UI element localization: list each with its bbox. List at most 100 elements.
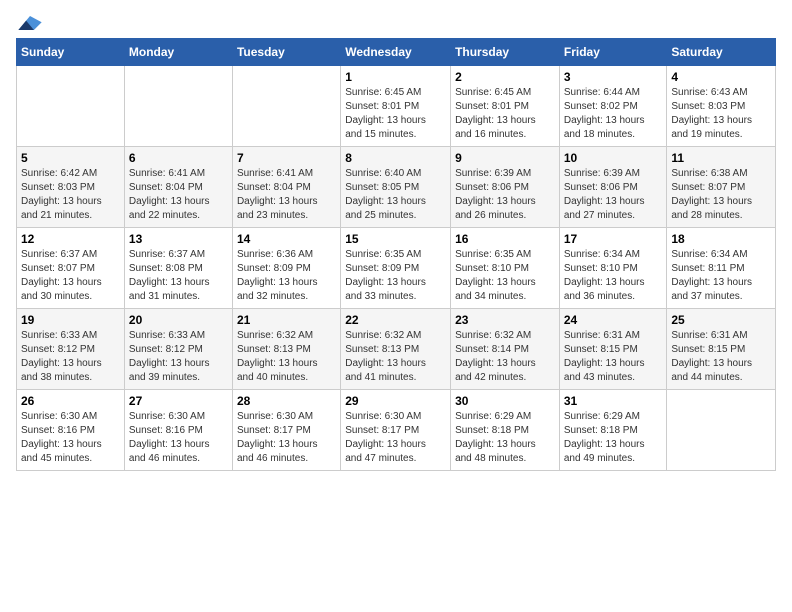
day-info: Sunrise: 6:44 AM Sunset: 8:02 PM Dayligh… [564, 86, 663, 142]
calendar-cell [232, 66, 340, 147]
day-info: Sunrise: 6:29 AM Sunset: 8:18 PM Dayligh… [455, 410, 555, 466]
calendar-header-row: SundayMondayTuesdayWednesdayThursdayFrid… [17, 39, 776, 66]
day-number: 8 [345, 151, 446, 165]
day-info: Sunrise: 6:40 AM Sunset: 8:05 PM Dayligh… [345, 167, 446, 223]
day-number: 15 [345, 232, 446, 246]
day-info: Sunrise: 6:36 AM Sunset: 8:09 PM Dayligh… [237, 248, 336, 304]
calendar-cell: 14 Sunrise: 6:36 AM Sunset: 8:09 PM Dayli… [232, 228, 340, 309]
calendar-cell: 3 Sunrise: 6:44 AM Sunset: 8:02 PM Daylig… [559, 66, 667, 147]
day-number: 19 [21, 313, 120, 327]
calendar-header-monday: Monday [124, 39, 232, 66]
day-number: 7 [237, 151, 336, 165]
day-number: 29 [345, 394, 446, 408]
day-info: Sunrise: 6:31 AM Sunset: 8:15 PM Dayligh… [564, 329, 663, 385]
day-info: Sunrise: 6:45 AM Sunset: 8:01 PM Dayligh… [455, 86, 555, 142]
calendar-cell: 28Sunrise: 6:30 AM Sunset: 8:17 PM Dayli… [232, 390, 340, 471]
day-info: Sunrise: 6:34 AM Sunset: 8:11 PM Dayligh… [671, 248, 771, 304]
calendar-cell: 30 Sunrise: 6:29 AM Sunset: 8:18 PM Dayli… [451, 390, 560, 471]
day-info: Sunrise: 6:33 AM Sunset: 8:12 PM Dayligh… [21, 329, 120, 385]
day-info: Sunrise: 6:33 AM Sunset: 8:12 PM Dayligh… [129, 329, 228, 385]
calendar-cell [124, 66, 232, 147]
day-info: Sunrise: 6:34 AM Sunset: 8:10 PM Dayligh… [564, 248, 663, 304]
day-number: 4 [671, 70, 771, 84]
calendar-header-tuesday: Tuesday [232, 39, 340, 66]
day-number: 30 [455, 394, 555, 408]
calendar-cell: 2 Sunrise: 6:45 AM Sunset: 8:01 PM Daylig… [451, 66, 560, 147]
calendar-cell: 20 Sunrise: 6:33 AM Sunset: 8:12 PM Dayli… [124, 309, 232, 390]
calendar-cell: 17 Sunrise: 6:34 AM Sunset: 8:10 PM Dayli… [559, 228, 667, 309]
logo-icon [18, 16, 42, 30]
calendar-cell: 22Sunrise: 6:32 AM Sunset: 8:13 PM Dayli… [341, 309, 451, 390]
header [16, 16, 776, 30]
day-number: 5 [21, 151, 120, 165]
calendar-cell: 24 Sunrise: 6:31 AM Sunset: 8:15 PM Dayli… [559, 309, 667, 390]
day-info: Sunrise: 6:41 AM Sunset: 8:04 PM Dayligh… [129, 167, 228, 223]
calendar-week-row: 1 Sunrise: 6:45 AM Sunset: 8:01 PM Daylig… [17, 66, 776, 147]
calendar-cell: 21Sunrise: 6:32 AM Sunset: 8:13 PM Dayli… [232, 309, 340, 390]
day-number: 28 [237, 394, 336, 408]
day-number: 21 [237, 313, 336, 327]
day-number: 9 [455, 151, 555, 165]
calendar-cell: 16Sunrise: 6:35 AM Sunset: 8:10 PM Dayli… [451, 228, 560, 309]
calendar-cell: 8 Sunrise: 6:40 AM Sunset: 8:05 PM Daylig… [341, 147, 451, 228]
day-info: Sunrise: 6:37 AM Sunset: 8:08 PM Dayligh… [129, 248, 228, 304]
calendar-cell [667, 390, 776, 471]
calendar-cell: 23 Sunrise: 6:32 AM Sunset: 8:14 PM Dayli… [451, 309, 560, 390]
calendar-cell: 29 Sunrise: 6:30 AM Sunset: 8:17 PM Dayli… [341, 390, 451, 471]
calendar-cell: 5 Sunrise: 6:42 AM Sunset: 8:03 PM Daylig… [17, 147, 125, 228]
calendar-cell: 7 Sunrise: 6:41 AM Sunset: 8:04 PM Daylig… [232, 147, 340, 228]
logo [16, 16, 42, 30]
calendar-cell: 10Sunrise: 6:39 AM Sunset: 8:06 PM Dayli… [559, 147, 667, 228]
day-info: Sunrise: 6:38 AM Sunset: 8:07 PM Dayligh… [671, 167, 771, 223]
calendar-cell: 26Sunrise: 6:30 AM Sunset: 8:16 PM Dayli… [17, 390, 125, 471]
day-number: 25 [671, 313, 771, 327]
day-number: 13 [129, 232, 228, 246]
day-info: Sunrise: 6:29 AM Sunset: 8:18 PM Dayligh… [564, 410, 663, 466]
calendar-cell: 18 Sunrise: 6:34 AM Sunset: 8:11 PM Dayli… [667, 228, 776, 309]
calendar-header-saturday: Saturday [667, 39, 776, 66]
calendar-week-row: 26Sunrise: 6:30 AM Sunset: 8:16 PM Dayli… [17, 390, 776, 471]
day-info: Sunrise: 6:31 AM Sunset: 8:15 PM Dayligh… [671, 329, 771, 385]
calendar-cell: 15 Sunrise: 6:35 AM Sunset: 8:09 PM Dayli… [341, 228, 451, 309]
calendar-header-thursday: Thursday [451, 39, 560, 66]
calendar-cell: 27 Sunrise: 6:30 AM Sunset: 8:16 PM Dayli… [124, 390, 232, 471]
calendar: SundayMondayTuesdayWednesdayThursdayFrid… [16, 38, 776, 471]
day-info: Sunrise: 6:30 AM Sunset: 8:16 PM Dayligh… [21, 410, 120, 466]
day-info: Sunrise: 6:30 AM Sunset: 8:16 PM Dayligh… [129, 410, 228, 466]
day-number: 31 [564, 394, 663, 408]
calendar-cell: 9 Sunrise: 6:39 AM Sunset: 8:06 PM Daylig… [451, 147, 560, 228]
day-number: 2 [455, 70, 555, 84]
calendar-cell: 12Sunrise: 6:37 AM Sunset: 8:07 PM Dayli… [17, 228, 125, 309]
day-number: 12 [21, 232, 120, 246]
calendar-header-sunday: Sunday [17, 39, 125, 66]
day-number: 23 [455, 313, 555, 327]
day-number: 24 [564, 313, 663, 327]
day-number: 18 [671, 232, 771, 246]
day-info: Sunrise: 6:42 AM Sunset: 8:03 PM Dayligh… [21, 167, 120, 223]
day-number: 27 [129, 394, 228, 408]
day-info: Sunrise: 6:39 AM Sunset: 8:06 PM Dayligh… [564, 167, 663, 223]
calendar-cell: 11Sunrise: 6:38 AM Sunset: 8:07 PM Dayli… [667, 147, 776, 228]
day-number: 1 [345, 70, 446, 84]
calendar-cell: 6 Sunrise: 6:41 AM Sunset: 8:04 PM Daylig… [124, 147, 232, 228]
day-info: Sunrise: 6:43 AM Sunset: 8:03 PM Dayligh… [671, 86, 771, 142]
day-info: Sunrise: 6:39 AM Sunset: 8:06 PM Dayligh… [455, 167, 555, 223]
day-number: 6 [129, 151, 228, 165]
calendar-week-row: 12Sunrise: 6:37 AM Sunset: 8:07 PM Dayli… [17, 228, 776, 309]
day-info: Sunrise: 6:30 AM Sunset: 8:17 PM Dayligh… [345, 410, 446, 466]
day-number: 22 [345, 313, 446, 327]
day-info: Sunrise: 6:32 AM Sunset: 8:14 PM Dayligh… [455, 329, 555, 385]
calendar-cell [17, 66, 125, 147]
calendar-week-row: 19 Sunrise: 6:33 AM Sunset: 8:12 PM Dayli… [17, 309, 776, 390]
calendar-cell: 13 Sunrise: 6:37 AM Sunset: 8:08 PM Dayli… [124, 228, 232, 309]
day-number: 3 [564, 70, 663, 84]
day-number: 20 [129, 313, 228, 327]
calendar-cell: 1Sunrise: 6:45 AM Sunset: 8:01 PM Daylig… [341, 66, 451, 147]
day-info: Sunrise: 6:41 AM Sunset: 8:04 PM Dayligh… [237, 167, 336, 223]
calendar-cell: 31 Sunrise: 6:29 AM Sunset: 8:18 PM Dayli… [559, 390, 667, 471]
day-number: 14 [237, 232, 336, 246]
day-number: 17 [564, 232, 663, 246]
day-info: Sunrise: 6:35 AM Sunset: 8:09 PM Dayligh… [345, 248, 446, 304]
calendar-cell: 19 Sunrise: 6:33 AM Sunset: 8:12 PM Dayli… [17, 309, 125, 390]
calendar-cell: 4 Sunrise: 6:43 AM Sunset: 8:03 PM Daylig… [667, 66, 776, 147]
